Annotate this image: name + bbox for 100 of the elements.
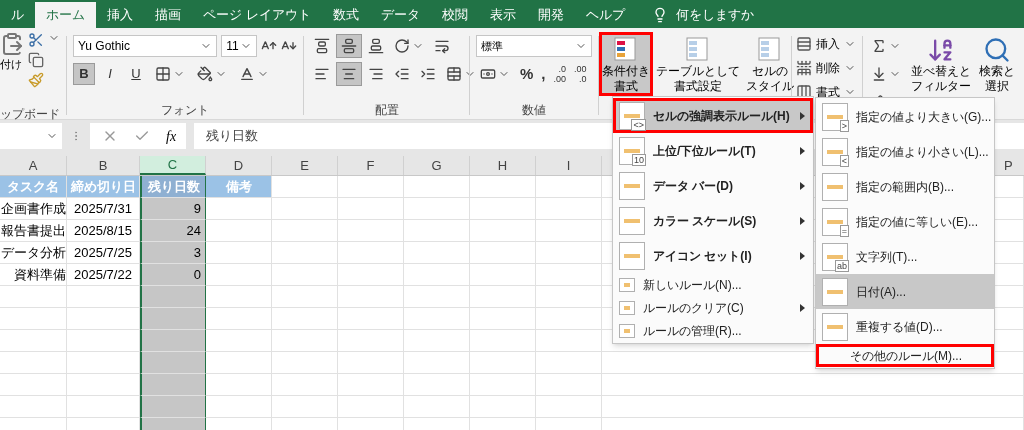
font-style-button[interactable]: U bbox=[125, 63, 147, 85]
grid-cell bbox=[206, 308, 272, 330]
ribbon-tab[interactable]: ル bbox=[0, 2, 35, 28]
menu-item[interactable]: カラー スケール(S) bbox=[613, 203, 813, 238]
decimal-button[interactable]: .0 .00 bbox=[551, 64, 569, 84]
grid-cell bbox=[470, 220, 536, 242]
column-header[interactable]: D bbox=[206, 156, 272, 175]
menu-item[interactable]: ab 文字列(T)... bbox=[816, 239, 994, 274]
decimal-button[interactable]: .00 .0 bbox=[572, 64, 589, 84]
grid-cell bbox=[470, 286, 536, 308]
grid-cell bbox=[404, 352, 470, 374]
grid-cell bbox=[272, 242, 338, 264]
grid-cell bbox=[404, 330, 470, 352]
grid-cell bbox=[206, 198, 272, 220]
style-button[interactable]: セルの スタイル bbox=[743, 32, 797, 96]
menu-item[interactable]: 新しいルール(N)... bbox=[613, 273, 813, 296]
menu-item[interactable]: 重複する値(D)... bbox=[816, 309, 994, 344]
vertical-align-button[interactable] bbox=[336, 34, 362, 58]
menu-item[interactable]: 日付(A)... bbox=[816, 274, 994, 309]
menu-item-label: カラー スケール(S) bbox=[653, 212, 757, 230]
grid-cell: タスク名 bbox=[0, 176, 67, 198]
grid-cell bbox=[0, 374, 67, 396]
font-style-button[interactable]: I bbox=[99, 63, 121, 85]
grid-cell bbox=[470, 352, 536, 374]
editing-button[interactable]: 並べ替えと フィルター bbox=[909, 32, 973, 96]
horizontal-align-button[interactable] bbox=[336, 62, 362, 86]
grid-cell bbox=[272, 330, 338, 352]
column-header[interactable]: I bbox=[536, 156, 602, 175]
grid-cell bbox=[470, 264, 536, 286]
grid-cell: 資料準備 bbox=[0, 264, 67, 286]
ribbon-tab[interactable]: ホーム bbox=[35, 2, 96, 28]
outdent-icon bbox=[394, 66, 410, 82]
merge-cells-icon bbox=[446, 66, 462, 82]
grid-cell bbox=[338, 198, 404, 220]
grid-cell bbox=[470, 330, 536, 352]
menu-item[interactable]: 指定の範囲内(B)... bbox=[816, 169, 994, 204]
menu-item[interactable]: ルールの管理(R)... bbox=[613, 319, 813, 342]
ribbon-tab[interactable]: 開発 bbox=[526, 2, 575, 28]
font-name-field[interactable]: Yu Gothic bbox=[73, 35, 218, 57]
menu-item[interactable]: <> セルの強調表示ルール(H) bbox=[613, 98, 813, 133]
grid-cell bbox=[140, 374, 206, 396]
grid-cell bbox=[470, 198, 536, 220]
column-header[interactable]: H bbox=[470, 156, 536, 175]
menu-item[interactable]: = 指定の値に等しい(E)... bbox=[816, 204, 994, 239]
editing-button[interactable]: 検索と 選択 bbox=[977, 32, 1017, 96]
ribbon-tab[interactable]: 数式 bbox=[321, 2, 370, 28]
cells-button[interactable]: 削除 bbox=[796, 58, 858, 78]
style-button[interactable]: 条件付き 書式 bbox=[599, 32, 653, 96]
ribbon-tab[interactable]: データ bbox=[369, 2, 431, 28]
ribbon-tab[interactable]: ヘルプ bbox=[574, 2, 636, 28]
delete-rows-icon bbox=[796, 60, 812, 76]
font-size-field[interactable]: 11 bbox=[221, 35, 257, 57]
column-header[interactable]: F bbox=[338, 156, 404, 175]
menu-item[interactable]: ルールのクリア(C) bbox=[613, 296, 813, 319]
grid-cell bbox=[338, 286, 404, 308]
ribbon-tab[interactable]: 挿入 bbox=[96, 2, 144, 28]
grid-cell bbox=[206, 264, 272, 286]
banknote-icon bbox=[480, 66, 496, 82]
menu-item[interactable]: データ バー(D) bbox=[613, 168, 813, 203]
grid-cell bbox=[272, 308, 338, 330]
cells-button[interactable]: 挿入 bbox=[796, 34, 858, 54]
paste-button[interactable]: 付け bbox=[0, 32, 24, 73]
number-style-button[interactable]: , bbox=[539, 62, 548, 86]
wrap-text-icon bbox=[434, 38, 450, 54]
menu-item-label: ルールの管理(R)... bbox=[643, 322, 742, 340]
grid-cell bbox=[404, 286, 470, 308]
column-header[interactable]: P bbox=[1000, 156, 1024, 175]
align-icon bbox=[368, 66, 384, 82]
column-header[interactable]: A bbox=[0, 156, 67, 175]
grid-cell bbox=[338, 396, 404, 418]
grid-cell bbox=[536, 374, 602, 396]
grid-cell bbox=[470, 308, 536, 330]
grid-cell bbox=[0, 330, 67, 352]
grid-cell bbox=[0, 352, 67, 374]
ribbon-tab[interactable]: 表示 bbox=[478, 2, 527, 28]
column-header[interactable]: E bbox=[272, 156, 338, 175]
style-button[interactable]: テーブルとして 書式設定 bbox=[653, 32, 743, 96]
menu-item[interactable]: その他のルール(M)... bbox=[816, 344, 994, 367]
grid-cell bbox=[404, 374, 470, 396]
menu-item[interactable]: アイコン セット(I) bbox=[613, 238, 813, 273]
grid-cell bbox=[140, 286, 206, 308]
grid-cell bbox=[272, 374, 338, 396]
number-style-button[interactable]: % bbox=[518, 62, 536, 86]
column-header[interactable]: C bbox=[140, 156, 206, 175]
grid-cell bbox=[206, 242, 272, 264]
grid-cell bbox=[0, 308, 67, 330]
ribbon-tab[interactable]: 描画 bbox=[144, 2, 192, 28]
function-label[interactable]: fx bbox=[166, 125, 177, 147]
font-style-button[interactable]: B bbox=[73, 63, 95, 85]
grid-cell bbox=[536, 330, 602, 352]
grid-cell bbox=[404, 308, 470, 330]
ribbon-tab[interactable]: ページ レイアウト bbox=[192, 2, 322, 28]
ribbon-tab[interactable]: 校閲 bbox=[430, 2, 479, 28]
align-icon bbox=[341, 66, 357, 82]
number-format-field[interactable]: 標準 bbox=[476, 35, 592, 57]
grid-cell bbox=[404, 220, 470, 242]
grid-cell: データ分析 bbox=[0, 242, 67, 264]
column-header[interactable]: G bbox=[404, 156, 470, 175]
tell-me-field[interactable]: 何をしますか bbox=[635, 2, 754, 28]
grid-cell bbox=[470, 374, 536, 396]
